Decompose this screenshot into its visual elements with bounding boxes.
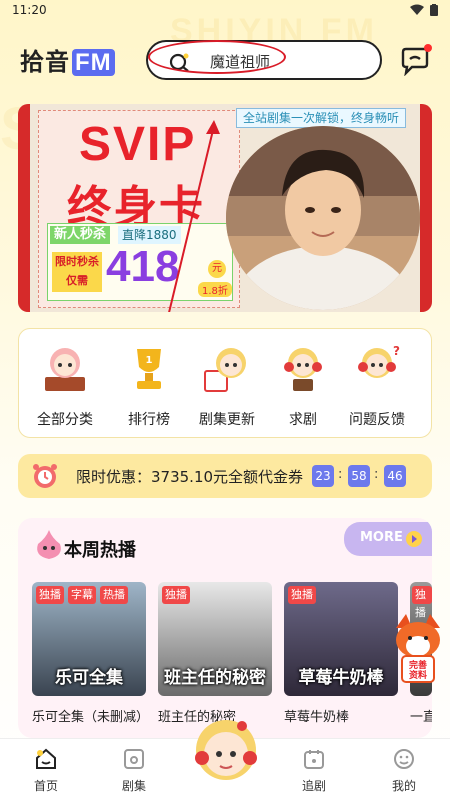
center-mascot-button[interactable] (190, 712, 262, 792)
category-feedback[interactable]: ? 问题反馈 (337, 343, 417, 429)
tag-hot: 热播 (100, 586, 128, 604)
category-updates[interactable]: 剧集更新 (187, 343, 267, 429)
search-highlight-annotation (148, 40, 286, 74)
follow-icon (304, 750, 324, 769)
tag-exclusive: 独播 (162, 586, 190, 604)
notification-dot (424, 44, 432, 52)
category-all-label: 全部分类 (37, 412, 93, 428)
mascot-headphones-icon (284, 348, 322, 391)
mascot-calendar-icon (204, 348, 246, 392)
tag-exclusive: 独播 (412, 586, 432, 619)
blob-mascot-icon (37, 530, 61, 559)
cover-title: 乐可全集 (55, 668, 123, 688)
logo-fm: FM (72, 49, 115, 76)
drama-title-4[interactable]: 一直 (410, 706, 432, 725)
category-request[interactable]: 求剧 (263, 343, 343, 429)
timer-separator: : (374, 467, 379, 482)
tab-mine-label: 我的 (391, 779, 416, 793)
mascot-question-icon: ? (358, 344, 400, 378)
svg-text:1: 1 (146, 355, 153, 366)
app-logo: 拾音 FM (20, 42, 115, 77)
category-updates-label: 剧集更新 (199, 412, 255, 428)
wifi-icon (410, 4, 424, 15)
section-title: 本周热播 (64, 540, 136, 561)
drama-card-2[interactable]: 独播 班主任的秘密 (158, 582, 272, 696)
promo-text: 限时优惠：3735.10元全额代金券 (76, 468, 304, 486)
timer-minutes: 58 (348, 465, 370, 487)
status-icons (410, 4, 438, 16)
tag-exclusive: 独播 (36, 586, 64, 604)
weekly-hot-section: 本周热播 MORE 独播 字幕 热播 乐可全集 乐可全集（未删减） 独播 班主任… (18, 518, 432, 738)
cover-title: 草莓牛奶棒 (298, 668, 384, 688)
tab-mine[interactable]: 我的 (374, 747, 434, 797)
drama-card-3[interactable]: 独播 草莓牛奶棒 (284, 582, 398, 696)
mascot-books-icon (45, 348, 85, 391)
svg-text:?: ? (393, 344, 400, 358)
trophy-icon: 1 (137, 349, 161, 389)
category-ranking[interactable]: 1 排行榜 (109, 343, 189, 429)
more-button[interactable]: MORE (344, 522, 432, 556)
fox-profile-badge[interactable]: 完善 资料 (392, 610, 444, 686)
drama-card-1[interactable]: 独播 字幕 热播 乐可全集 (32, 582, 146, 696)
category-request-label: 求剧 (289, 412, 317, 428)
tab-dramas-label: 剧集 (121, 779, 146, 793)
drama-title-1[interactable]: 乐可全集（未删减） (32, 706, 150, 725)
tab-home[interactable]: 首页 (16, 747, 76, 797)
tab-follow[interactable]: 追剧 (284, 747, 344, 797)
category-ranking-label: 排行榜 (128, 412, 170, 428)
category-panel: 全部分类 1 排行榜 剧集更新 求剧 ? 问题反馈 (18, 328, 432, 438)
fox-label-line1: 完善 (409, 659, 427, 671)
alarm-clock-icon (33, 464, 57, 488)
timer-seconds: 46 (384, 465, 406, 487)
tag-subtitles: 字幕 (68, 586, 96, 604)
timer-separator: : (338, 467, 343, 482)
svip-banner[interactable]: SVIP 终身卡 新人秒杀 直降1880 限时秒杀仅需 418 元 1.8折 全… (18, 104, 432, 312)
promo-coupon-bar[interactable]: 限时优惠：3735.10元全额代金券 23 : 58 : 46 (18, 454, 432, 498)
tag-exclusive: 独播 (288, 586, 316, 604)
drama-title-3[interactable]: 草莓牛奶棒 (284, 706, 402, 725)
tab-follow-label: 追剧 (301, 779, 326, 793)
message-button[interactable] (400, 44, 432, 77)
status-time: 11:20 (12, 3, 47, 17)
category-feedback-label: 问题反馈 (349, 412, 405, 428)
timer-hours: 23 (312, 465, 334, 487)
more-label: MORE (360, 530, 403, 545)
cover-title: 班主任的秘密 (164, 668, 266, 688)
battery-icon (430, 4, 438, 16)
category-all[interactable]: 全部分类 (25, 343, 105, 429)
fox-label-line2: 资料 (409, 669, 427, 681)
home-icon (36, 748, 56, 769)
play-arrow-icon (406, 531, 422, 547)
dramas-icon (124, 749, 144, 769)
tab-dramas[interactable]: 剧集 (104, 747, 164, 797)
logo-text: 拾音 (20, 48, 70, 76)
annotation-arrow (168, 120, 220, 312)
tab-home-label: 首页 (33, 779, 58, 793)
profile-icon (394, 749, 414, 769)
